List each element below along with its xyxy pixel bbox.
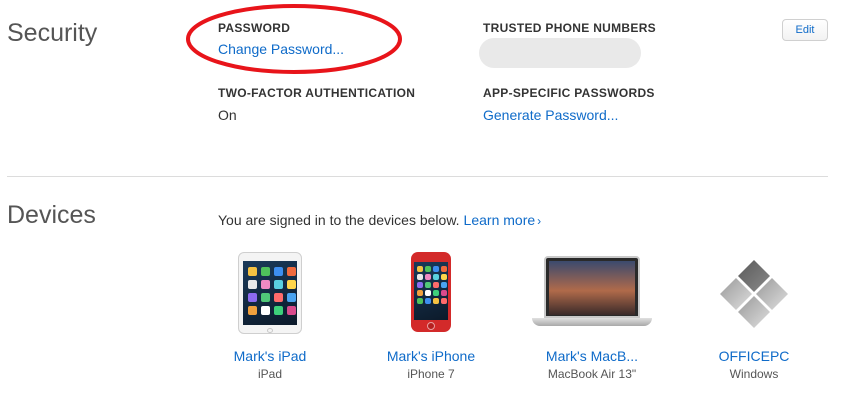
- device-name[interactable]: Mark's iPhone: [351, 348, 511, 364]
- windows-pc-icon: [674, 248, 834, 336]
- macbook-icon: [512, 248, 672, 336]
- device-model: iPad: [257, 367, 283, 381]
- generate-password-link[interactable]: Generate Password...: [483, 107, 618, 123]
- two-factor-status: On: [218, 107, 237, 123]
- chevron-right-icon: ›: [537, 214, 542, 228]
- device-name[interactable]: OFFICEPC: [674, 348, 834, 364]
- learn-more-link[interactable]: Learn more ›: [464, 212, 542, 228]
- device-name[interactable]: Mark's iPad: [190, 348, 350, 364]
- devices-intro: You are signed in to the devices below. L…: [218, 212, 541, 228]
- two-factor-label: TWO-FACTOR AUTHENTICATION: [218, 86, 416, 100]
- trusted-phone-redacted: [479, 38, 641, 68]
- section-divider: [7, 176, 828, 177]
- edit-button[interactable]: Edit: [782, 19, 828, 41]
- change-password-link[interactable]: Change Password...: [218, 41, 344, 57]
- device-item[interactable]: Mark's iPad iPad: [190, 248, 350, 381]
- device-model: MacBook Air 13": [547, 367, 637, 381]
- device-model: iPhone 7: [407, 367, 455, 381]
- highlight-ellipse-annotation: [186, 4, 402, 74]
- ipad-icon: [190, 248, 350, 336]
- device-model: Windows: [729, 367, 779, 381]
- trusted-phone-label: TRUSTED PHONE NUMBERS: [483, 21, 656, 35]
- device-item[interactable]: Mark's MacB... MacBook Air 13": [512, 248, 672, 381]
- devices-intro-text: You are signed in to the devices below.: [218, 212, 460, 228]
- device-item[interactable]: Mark's iPhone iPhone 7: [351, 248, 511, 381]
- app-passwords-label: APP-SPECIFIC PASSWORDS: [483, 86, 655, 100]
- learn-more-label: Learn more: [463, 212, 536, 228]
- device-item[interactable]: OFFICEPC Windows: [674, 248, 834, 381]
- device-name[interactable]: Mark's MacB...: [512, 348, 672, 364]
- security-section-title: Security: [7, 19, 98, 47]
- iphone-icon: [351, 248, 511, 336]
- devices-section-title: Devices: [7, 201, 96, 229]
- password-label: PASSWORD: [218, 21, 291, 35]
